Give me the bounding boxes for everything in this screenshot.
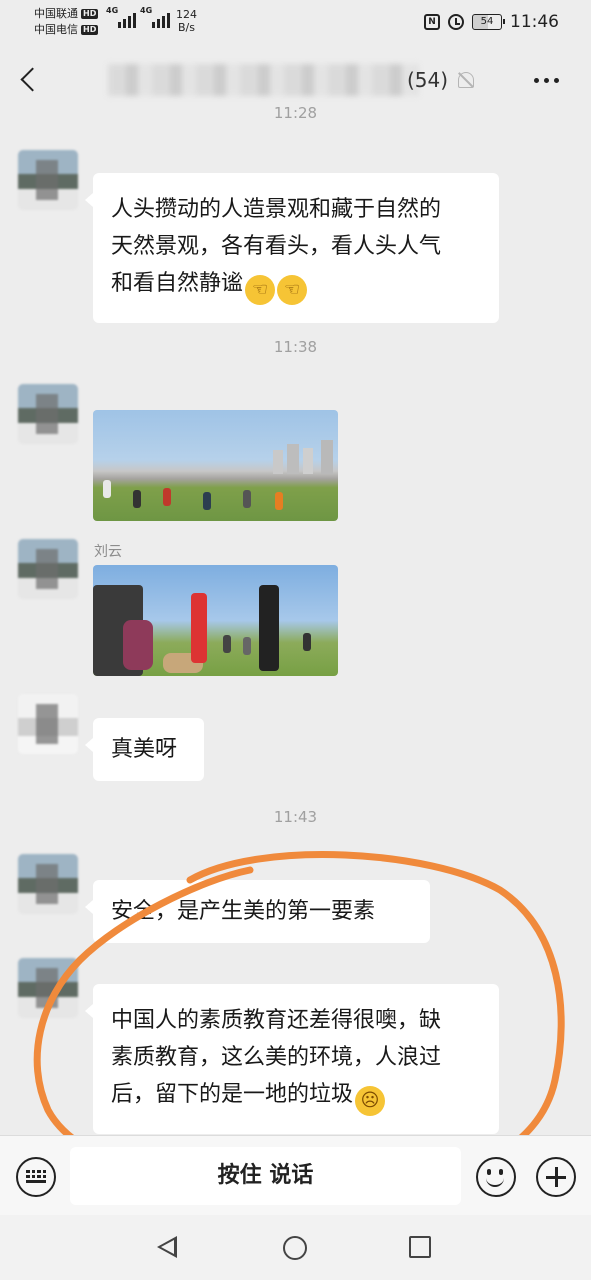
message-line: 天然景观，各有看头，看人头人气 <box>111 234 442 259</box>
hand-pointing-emoji-icon: ☜ <box>277 275 308 305</box>
nav-home-icon[interactable] <box>283 1236 307 1260</box>
avatar[interactable] <box>18 150 78 210</box>
message-line: 后，留下的是一地的垃圾 <box>111 1082 354 1107</box>
hand-pointing-emoji-icon: ☜ <box>245 275 276 305</box>
network-type-2: 4G <box>140 6 153 15</box>
avatar[interactable] <box>18 854 78 914</box>
battery-icon: 54 <box>472 14 505 30</box>
carrier-info: 中国联通 HD 中国电信 HD <box>34 6 99 38</box>
avatar[interactable] <box>18 384 78 444</box>
network-speed: 124 B/s <box>176 8 197 34</box>
message-bubble[interactable]: 安全，是产生美的第一要素 <box>85 880 430 943</box>
keyboard-icon[interactable] <box>16 1157 56 1197</box>
status-time: 11:46 <box>510 12 559 32</box>
speed-value: 124 <box>176 8 197 21</box>
alarm-icon <box>448 14 464 30</box>
message-line: 中国人的素质教育还差得很噢，缺 <box>111 1008 442 1033</box>
hold-to-talk-button[interactable]: 按住 说话 <box>70 1147 461 1205</box>
sender-name <box>94 153 121 169</box>
message-line: 安全，是产生美的第一要素 <box>111 899 376 924</box>
system-navigation-bar <box>0 1215 591 1280</box>
avatar[interactable] <box>18 958 78 1018</box>
mute-bell-icon <box>458 72 474 88</box>
frowning-emoji-icon: ☹ <box>355 1086 386 1116</box>
message-line: 和看自然静谧 <box>111 271 244 296</box>
member-count: (54) <box>406 68 448 92</box>
message-line: 真美呀 <box>111 737 178 762</box>
message-line: 素质教育，这么美的环境，人浪过 <box>111 1045 442 1070</box>
sender-name <box>94 856 112 872</box>
signal-icon: 4G <box>106 6 136 28</box>
speed-unit: B/s <box>178 21 195 34</box>
sender-name <box>94 696 121 712</box>
timestamp: 11:28 <box>273 104 318 122</box>
network-type-1: 4G <box>106 6 119 15</box>
sender-name <box>94 960 112 976</box>
message-line: 人头攒动的人造景观和藏于自然的 <box>111 197 442 222</box>
plus-icon[interactable] <box>536 1157 576 1197</box>
carrier-1: 中国联通 <box>34 7 78 20</box>
sender-name: 刘云 <box>94 544 122 560</box>
nav-back-icon[interactable] <box>157 1236 177 1258</box>
avatar[interactable] <box>18 539 78 599</box>
nav-recents-icon[interactable] <box>409 1236 431 1258</box>
timestamp: 11:43 <box>273 808 318 826</box>
image-message[interactable] <box>93 410 338 521</box>
image-message[interactable] <box>93 565 338 676</box>
message-bubble[interactable]: 中国人的素质教育还差得很噢，缺 素质教育，这么美的环境，人浪过 后，留下的是一地… <box>85 984 499 1134</box>
message-bubble[interactable]: 人头攒动的人造景观和藏于自然的 天然景观，各有看头，看人头人气 和看自然静谧 ☜ ☜ <box>85 173 499 323</box>
avatar[interactable] <box>18 694 78 754</box>
input-bar: 按住 说话 <box>0 1135 591 1215</box>
carrier-2: 中国电信 <box>34 23 78 36</box>
sender-name <box>94 386 112 402</box>
blurred-group-name <box>108 64 418 96</box>
timestamp: 11:38 <box>273 338 318 356</box>
emoji-icon[interactable] <box>476 1157 516 1197</box>
chat-title: (54) <box>108 64 448 96</box>
signal-icon: 4G <box>140 6 170 28</box>
message-bubble[interactable]: 真美呀 <box>85 718 204 781</box>
more-icon[interactable] <box>534 78 559 83</box>
hd-badge: HD <box>81 9 99 19</box>
nfc-icon: N <box>424 14 440 30</box>
status-bar: 中国联通 HD 中国电信 HD 4G 4G 124 B/s N 54 11:46 <box>0 0 591 44</box>
back-arrow-icon[interactable] <box>20 68 38 92</box>
hd-badge: HD <box>81 25 99 35</box>
